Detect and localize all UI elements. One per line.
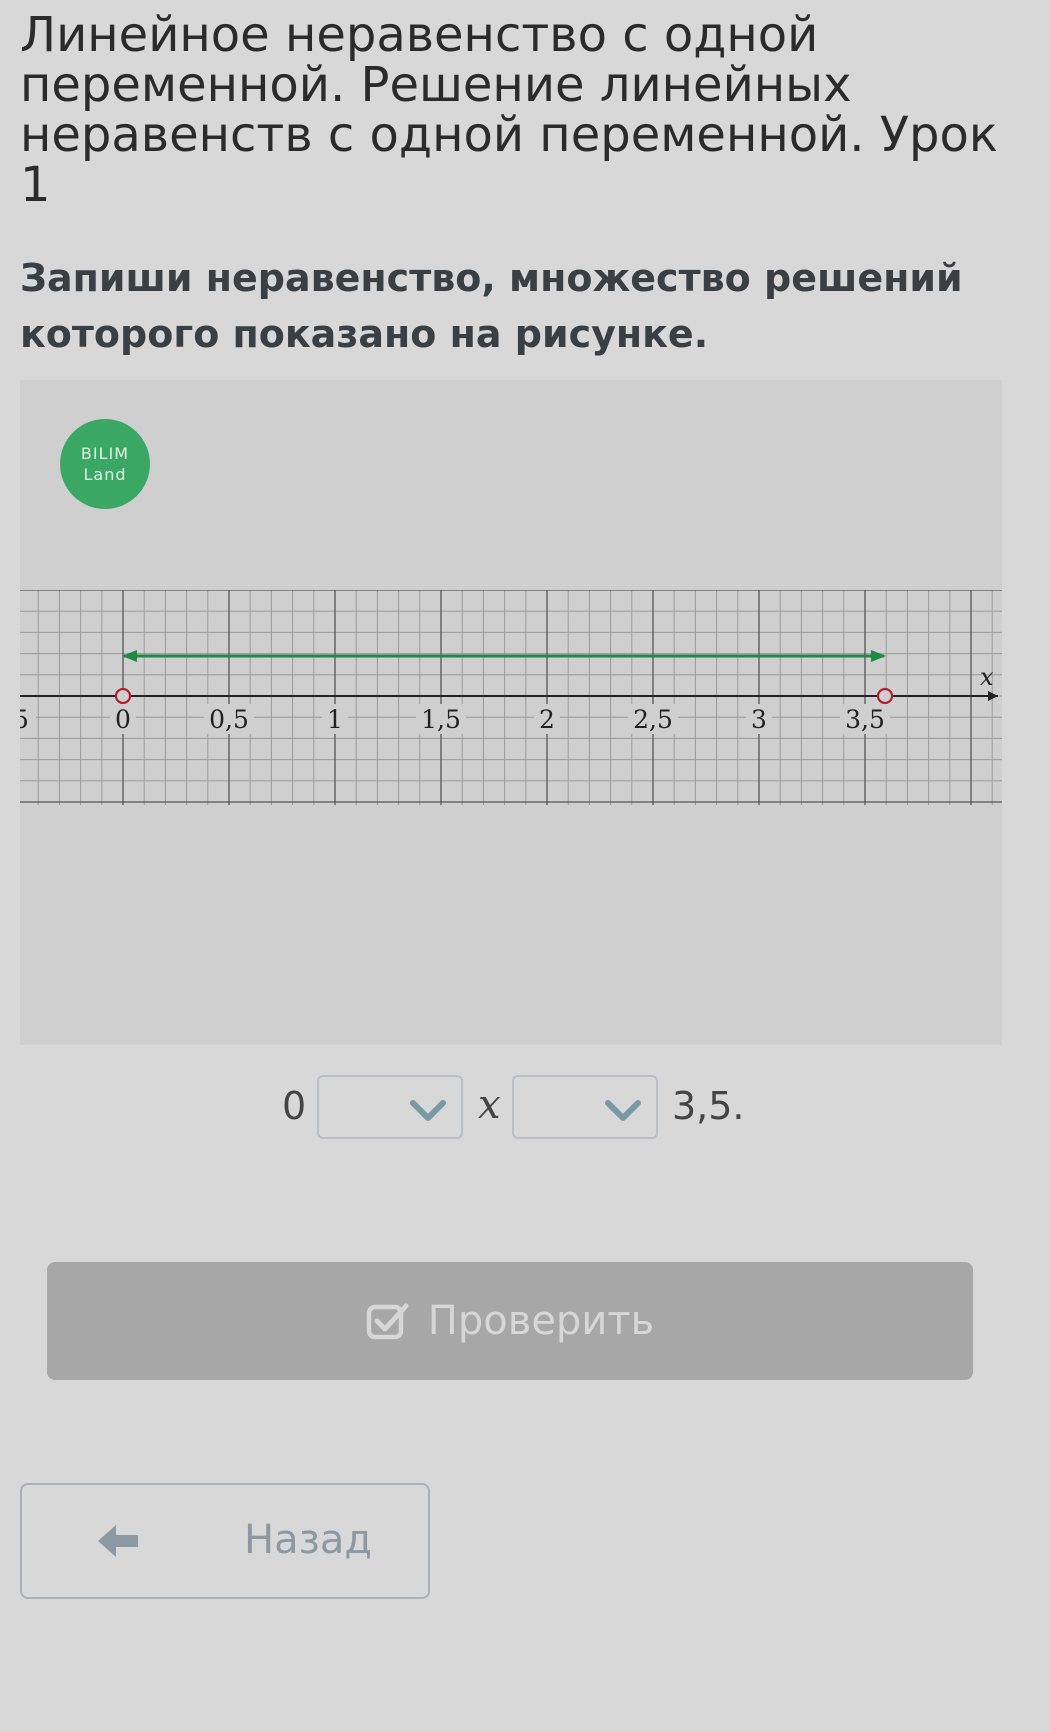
back-button[interactable]: Назад <box>20 1483 430 1599</box>
left-bound-value: 0 <box>282 1084 307 1128</box>
tick-label: 0 <box>115 705 131 734</box>
open-point-3-5 <box>876 687 894 705</box>
logo-text-line1: BILIM <box>80 444 130 463</box>
tick-label: 0,5 <box>209 705 249 734</box>
inequality-sign-select-1[interactable] <box>317 1075 463 1139</box>
x-axis-arrowhead <box>988 691 998 701</box>
back-button-label: Назад <box>244 1517 373 1563</box>
check-button-label: Проверить <box>427 1298 655 1344</box>
tick-label: 2 <box>539 705 555 734</box>
logo-text-line2: Land <box>83 465 127 484</box>
chevron-down-icon <box>605 1100 641 1121</box>
answer-row: 0 x 3,5. <box>0 1070 1050 1140</box>
tick-label: 2,5 <box>633 705 673 734</box>
right-bound-value: 3,5. <box>672 1084 745 1128</box>
x-axis-variable-label: x <box>980 663 994 691</box>
tick-label: 3 <box>751 705 767 734</box>
check-button[interactable]: Проверить <box>47 1262 973 1380</box>
inequality-sign-select-2[interactable] <box>512 1075 658 1139</box>
arrow-left-icon <box>98 1525 138 1557</box>
chevron-down-icon <box>410 1100 446 1121</box>
tick-label: 1,5 <box>421 705 461 734</box>
lesson-title: Линейное неравенство с одной переменной.… <box>20 7 998 213</box>
tick-label: ,5 <box>20 705 29 734</box>
number-line-figure: BILIM Land x ,5 0 0,5 1 1,5 2 2,5 3 3,5 <box>20 380 1002 1045</box>
task-text: Запиши неравенство, множество решений ко… <box>20 256 963 356</box>
number-line-svg: x ,5 0 0,5 1 1,5 2 2,5 3 3,5 <box>20 590 1002 805</box>
interval-left-arrowhead <box>122 650 137 662</box>
checkbox-check-icon <box>366 1303 409 1340</box>
tick-label: 1 <box>327 705 343 734</box>
bilim-land-logo: BILIM Land <box>60 419 150 509</box>
interval-right-arrowhead <box>871 650 886 662</box>
open-point-0 <box>114 687 132 705</box>
variable-x: x <box>478 1082 501 1128</box>
tick-label: 3,5 <box>845 705 885 734</box>
